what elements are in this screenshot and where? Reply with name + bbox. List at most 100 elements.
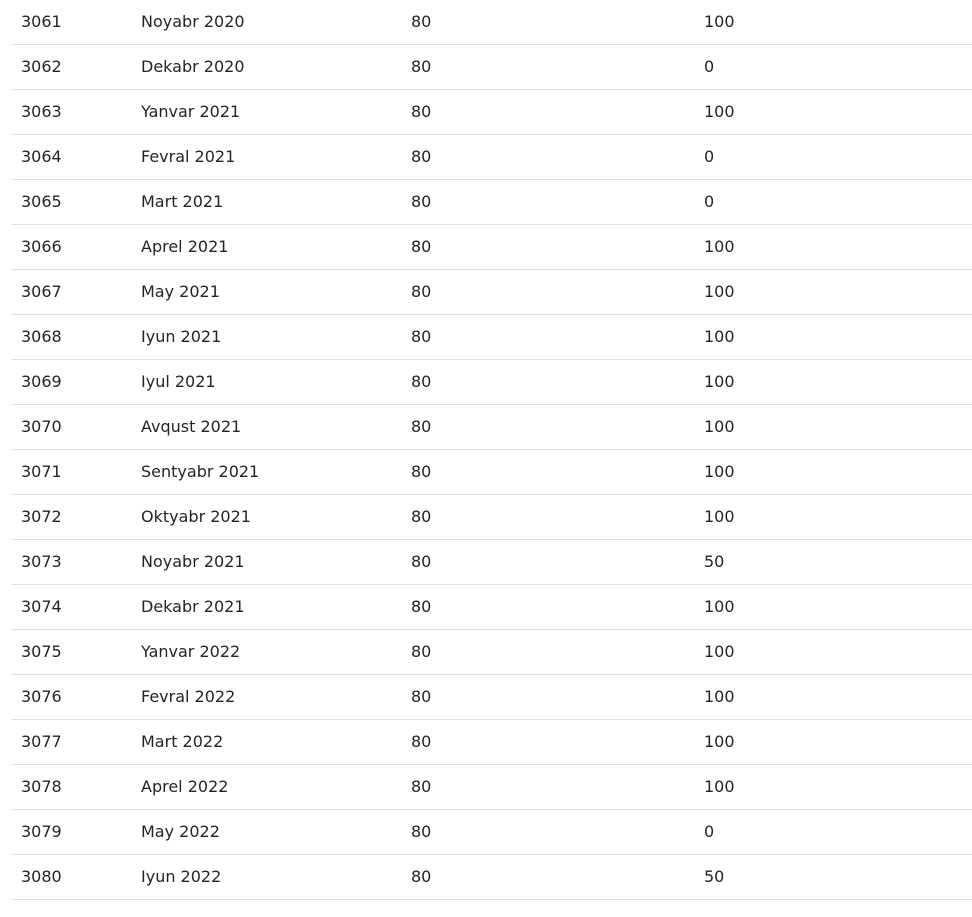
cell-value-2: 100	[694, 224, 972, 270]
cell-period: Fevral 2022	[131, 674, 401, 720]
cell-id: 3068	[11, 314, 131, 360]
cell-value-1: 80	[401, 404, 694, 450]
cell-id: 3078	[11, 764, 131, 810]
cell-period: Fevral 2021	[131, 134, 401, 180]
table-row: 3080 Iyun 2022 80 50	[11, 854, 972, 900]
table-row: 3063 Yanvar 2021 80 100	[11, 89, 972, 135]
cell-id: 3064	[11, 134, 131, 180]
cell-period: Dekabr 2021	[131, 584, 401, 630]
table-row: 3077 Mart 2022 80 100	[11, 719, 972, 765]
cell-id: 3077	[11, 719, 131, 765]
table-row: 3062 Dekabr 2020 80 0	[11, 44, 972, 90]
cell-id: 3070	[11, 404, 131, 450]
cell-value-1: 80	[401, 539, 694, 585]
cell-value-2: 100	[694, 764, 972, 810]
cell-value-2: 100	[694, 404, 972, 450]
table-row: 3065 Mart 2021 80 0	[11, 179, 972, 225]
cell-id: 3072	[11, 494, 131, 540]
cell-value-1: 80	[401, 224, 694, 270]
cell-value-1: 80	[401, 764, 694, 810]
cell-id: 3079	[11, 809, 131, 855]
table-row: 3069 Iyul 2021 80 100	[11, 359, 972, 405]
cell-period: May 2022	[131, 809, 401, 855]
cell-id: 3073	[11, 539, 131, 585]
cell-period: Mart 2022	[131, 719, 401, 765]
cell-value-1: 80	[401, 359, 694, 405]
cell-value-2: 0	[694, 134, 972, 180]
cell-value-2: 0	[694, 809, 972, 855]
cell-value-2: 100	[694, 449, 972, 495]
table-row: 3071 Sentyabr 2021 80 100	[11, 449, 972, 495]
cell-value-2: 50	[694, 854, 972, 900]
cell-id: 3076	[11, 674, 131, 720]
cell-period: Aprel 2021	[131, 224, 401, 270]
cell-period: Dekabr 2020	[131, 44, 401, 90]
cell-value-1: 80	[401, 314, 694, 360]
cell-value-1: 80	[401, 809, 694, 855]
table-row: 3064 Fevral 2021 80 0	[11, 134, 972, 180]
table-row: 3068 Iyun 2021 80 100	[11, 314, 972, 360]
table-row: 3073 Noyabr 2021 80 50	[11, 539, 972, 585]
cell-value-1: 80	[401, 134, 694, 180]
cell-value-2: 100	[694, 584, 972, 630]
cell-id: 3063	[11, 89, 131, 135]
table-row: 3078 Aprel 2022 80 100	[11, 764, 972, 810]
table-row: 3070 Avqust 2021 80 100	[11, 404, 972, 450]
cell-value-2: 100	[694, 674, 972, 720]
cell-period: Iyun 2022	[131, 854, 401, 900]
table-row: 3066 Aprel 2021 80 100	[11, 224, 972, 270]
cell-value-1: 80	[401, 179, 694, 225]
cell-value-2: 100	[694, 629, 972, 675]
cell-id: 3065	[11, 179, 131, 225]
cell-value-1: 80	[401, 89, 694, 135]
cell-period: Sentyabr 2021	[131, 449, 401, 495]
cell-value-2: 100	[694, 269, 972, 315]
cell-id: 3075	[11, 629, 131, 675]
table-row: 3074 Dekabr 2021 80 100	[11, 584, 972, 630]
table-row: 3067 May 2021 80 100	[11, 269, 972, 315]
cell-period: Yanvar 2022	[131, 629, 401, 675]
table-row: 3079 May 2022 80 0	[11, 809, 972, 855]
cell-value-2: 100	[694, 359, 972, 405]
cell-period: Noyabr 2021	[131, 539, 401, 585]
cell-id: 3067	[11, 269, 131, 315]
cell-value-2: 100	[694, 719, 972, 765]
cell-value-1: 80	[401, 674, 694, 720]
cell-value-1: 80	[401, 629, 694, 675]
cell-value-2: 0	[694, 44, 972, 90]
table-body: 3061 Noyabr 2020 80 100 3062 Dekabr 2020 80 0 30…	[11, 0, 972, 900]
cell-value-1: 80	[401, 0, 694, 45]
cell-value-2: 50	[694, 539, 972, 585]
cell-period: Noyabr 2020	[131, 0, 401, 45]
cell-value-1: 80	[401, 269, 694, 315]
cell-period: May 2021	[131, 269, 401, 315]
cell-value-1: 80	[401, 494, 694, 540]
cell-id: 3080	[11, 854, 131, 900]
cell-value-2: 100	[694, 314, 972, 360]
cell-id: 3061	[11, 0, 131, 45]
table-row: 3076 Fevral 2022 80 100	[11, 674, 972, 720]
cell-id: 3062	[11, 44, 131, 90]
data-table-container: 3061 Noyabr 2020 80 100 3062 Dekabr 2020 80 0 30…	[11, 0, 972, 900]
cell-value-1: 80	[401, 854, 694, 900]
cell-value-1: 80	[401, 44, 694, 90]
table-row: 3072 Oktyabr 2021 80 100	[11, 494, 972, 540]
cell-period: Avqust 2021	[131, 404, 401, 450]
cell-value-1: 80	[401, 449, 694, 495]
cell-period: Iyul 2021	[131, 359, 401, 405]
cell-period: Iyun 2021	[131, 314, 401, 360]
cell-period: Mart 2021	[131, 179, 401, 225]
cell-value-2: 100	[694, 0, 972, 45]
cell-id: 3066	[11, 224, 131, 270]
table-row: 3061 Noyabr 2020 80 100	[11, 0, 972, 45]
cell-id: 3071	[11, 449, 131, 495]
cell-period: Oktyabr 2021	[131, 494, 401, 540]
cell-value-1: 80	[401, 584, 694, 630]
cell-period: Yanvar 2021	[131, 89, 401, 135]
table-row: 3075 Yanvar 2022 80 100	[11, 629, 972, 675]
cell-id: 3074	[11, 584, 131, 630]
cell-value-2: 0	[694, 179, 972, 225]
cell-id: 3069	[11, 359, 131, 405]
cell-value-2: 100	[694, 494, 972, 540]
data-table: 3061 Noyabr 2020 80 100 3062 Dekabr 2020 80 0 30…	[11, 0, 972, 900]
